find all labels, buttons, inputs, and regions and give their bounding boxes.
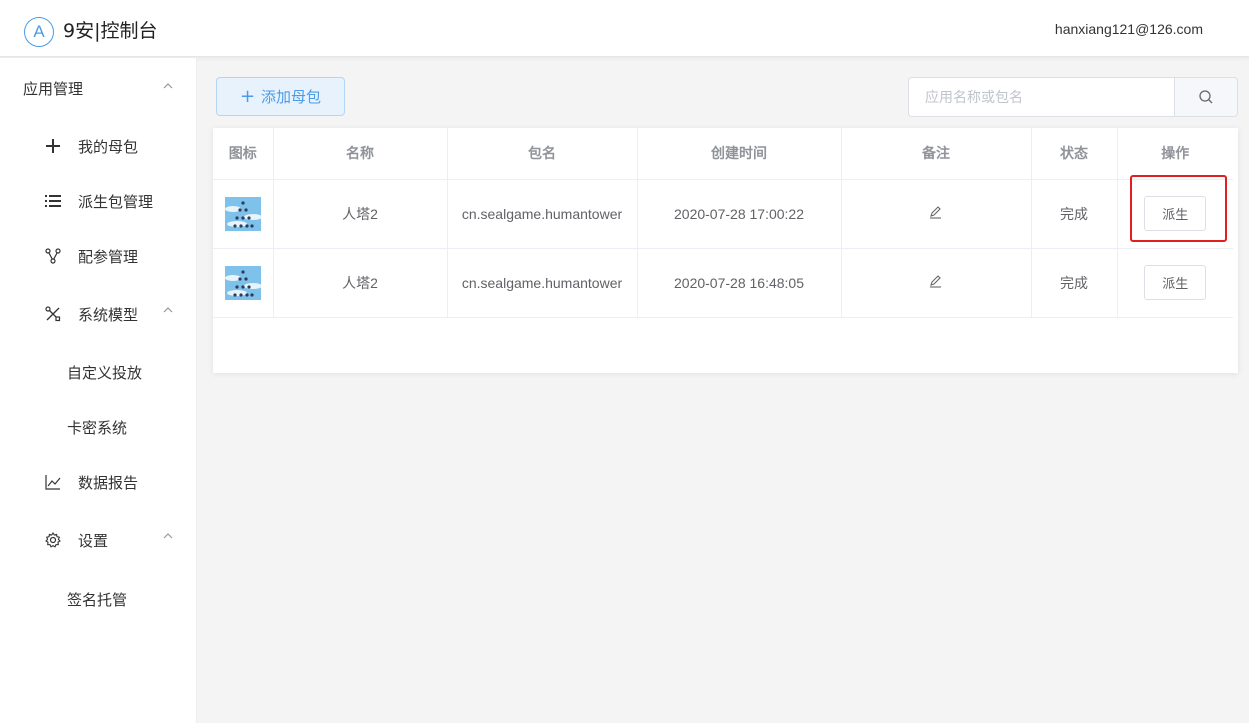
tools-icon — [44, 305, 62, 323]
sidebar-item-my-base-packages[interactable]: 我的母包 — [0, 126, 197, 166]
user-email[interactable]: hanxiang121@126.com — [1055, 21, 1203, 37]
column-header-created: 创建时间 — [637, 128, 842, 180]
app-title[interactable]: 9安|控制台 — [63, 18, 158, 44]
chevron-up-icon — [163, 533, 173, 539]
sidebar-subitem-signature-hosting[interactable]: 签名托管 — [0, 579, 197, 619]
column-header-package: 包名 — [447, 128, 638, 180]
sidebar: 应用管理 我的母包 派生包管理 配参管理 系统模型 自定义投放 卡密系统 数据报… — [0, 58, 197, 723]
remark-cell — [841, 248, 1032, 318]
chevron-up-icon — [163, 307, 173, 313]
table-row: 人塔2 cn.sealgame.humantower 2020-07-28 17… — [213, 179, 1233, 249]
package-name-cell: cn.sealgame.humantower — [447, 248, 638, 318]
search-icon — [1199, 90, 1213, 104]
sidebar-item-system-model[interactable]: 系统模型 — [0, 294, 197, 334]
sidebar-item-settings[interactable]: 设置 — [0, 520, 197, 560]
add-base-package-label: 添加母包 — [261, 88, 322, 106]
search-button[interactable] — [1174, 77, 1238, 117]
sidebar-subitem-label: 签名托管 — [67, 591, 128, 609]
column-header-name: 名称 — [273, 128, 448, 180]
sidebar-subitem-card-system[interactable]: 卡密系统 — [0, 407, 197, 447]
app-icon-cell — [213, 179, 274, 249]
gear-icon — [44, 531, 62, 549]
column-header-remark: 备注 — [841, 128, 1032, 180]
app-name-cell: 人塔2 — [273, 179, 448, 249]
sidebar-group-app-management[interactable]: 应用管理 — [0, 68, 197, 108]
app-icon-cell — [213, 248, 274, 318]
created-time-cell: 2020-07-28 16:48:05 — [637, 248, 842, 318]
created-time-cell: 2020-07-28 17:00:22 — [637, 179, 842, 249]
sidebar-item-label: 配参管理 — [78, 248, 139, 266]
edit-icon[interactable] — [929, 274, 943, 288]
status-cell: 完成 — [1031, 248, 1118, 318]
sidebar-group-label: 应用管理 — [23, 80, 84, 98]
column-header-action: 操作 — [1117, 128, 1233, 180]
sidebar-item-label: 数据报告 — [78, 474, 139, 492]
search-input[interactable] — [908, 77, 1176, 117]
app-icon — [224, 196, 261, 231]
sidebar-item-derived-packages[interactable]: 派生包管理 — [0, 181, 197, 221]
table-row: 人塔2 cn.sealgame.humantower 2020-07-28 16… — [213, 248, 1233, 318]
chart-line-icon — [44, 473, 62, 491]
sidebar-item-label: 系统模型 — [78, 306, 139, 324]
app-icon — [224, 265, 261, 300]
sidebar-subitem-label: 自定义投放 — [67, 364, 143, 382]
package-name-cell: cn.sealgame.humantower — [447, 179, 638, 249]
sidebar-item-config-params[interactable]: 配参管理 — [0, 236, 197, 276]
plus-icon: + — [239, 85, 256, 107]
table-header-row: 图标 名称 包名 创建时间 备注 状态 操作 — [213, 128, 1233, 180]
sidebar-item-label: 派生包管理 — [78, 193, 154, 211]
remark-cell — [841, 179, 1032, 249]
list-icon — [44, 192, 62, 210]
column-header-status: 状态 — [1031, 128, 1118, 180]
base-package-table: 图标 名称 包名 创建时间 备注 状态 操作 人塔2 cn.sealgame.h… — [213, 128, 1238, 373]
app-name-cell: 人塔2 — [273, 248, 448, 318]
highlight-annotation — [1130, 175, 1227, 242]
sidebar-item-label: 我的母包 — [78, 138, 139, 156]
sidebar-item-data-report[interactable]: 数据报告 — [0, 462, 197, 502]
branch-icon — [44, 247, 62, 265]
column-header-icon: 图标 — [213, 128, 274, 180]
add-base-package-button[interactable]: + 添加母包 — [216, 77, 345, 116]
derive-button[interactable]: 派生 — [1144, 265, 1207, 300]
sidebar-item-label: 设置 — [78, 532, 109, 550]
edit-icon[interactable] — [929, 205, 943, 219]
logo-icon[interactable]: A — [24, 17, 54, 47]
chevron-up-icon — [163, 83, 173, 89]
plus-icon — [44, 137, 62, 155]
top-header: A 9安|控制台 hanxiang121@126.com — [0, 0, 1249, 57]
action-cell: 派生 — [1117, 248, 1233, 318]
sidebar-subitem-label: 卡密系统 — [67, 419, 128, 437]
status-cell: 完成 — [1031, 179, 1118, 249]
sidebar-subitem-custom-delivery[interactable]: 自定义投放 — [0, 352, 197, 392]
